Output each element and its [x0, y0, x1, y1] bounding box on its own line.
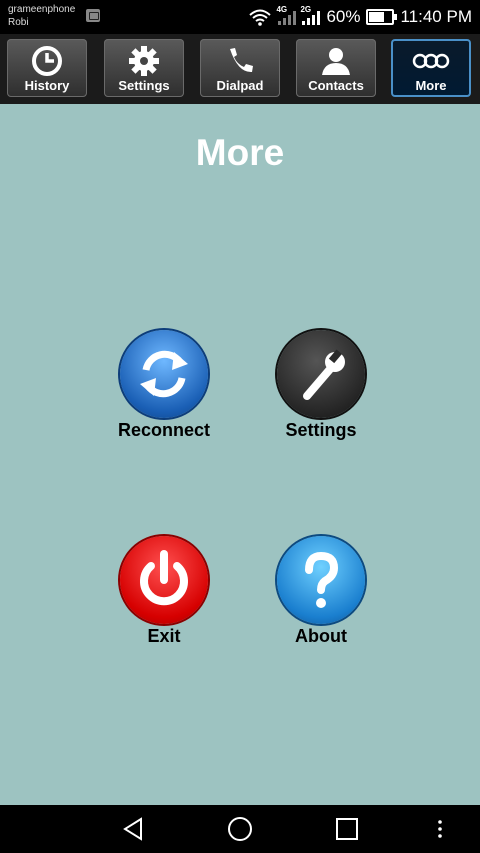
tab-bar: History Settings Dialpad Contacts More — [0, 34, 480, 104]
settings-label: Settings — [285, 420, 357, 440]
exit-button[interactable]: Exit — [94, 536, 234, 647]
battery-icon — [366, 9, 398, 25]
tab-more-label: More — [415, 78, 447, 93]
carrier-primary: grameenphone — [8, 4, 76, 15]
about-icon — [277, 536, 365, 624]
recents-icon[interactable] — [333, 815, 361, 843]
wifi-icon — [249, 9, 272, 26]
exit-label: Exit — [147, 626, 181, 646]
carrier-secondary: Robi — [8, 17, 29, 28]
wrench-icon — [303, 349, 345, 400]
power-icon — [140, 550, 188, 606]
network-4g-label: 4G — [276, 5, 288, 14]
reconnect-icon — [120, 330, 208, 418]
page-title: More — [195, 132, 285, 173]
tab-contacts[interactable]: Contacts — [296, 39, 376, 97]
home-icon[interactable] — [226, 815, 254, 843]
phone-icon — [230, 48, 253, 73]
navigation-bar — [0, 805, 480, 853]
status-icons: 4G 2G 60% 11:40 PM — [248, 5, 472, 28]
menu-icon[interactable] — [426, 815, 454, 843]
settings-button[interactable]: Settings — [251, 330, 391, 441]
clock-time: 11:40 PM — [400, 7, 472, 26]
about-label: About — [295, 626, 347, 646]
tab-more[interactable]: More — [391, 39, 471, 97]
tab-settings-label: Settings — [118, 78, 170, 93]
image-notification-icon — [86, 9, 100, 22]
battery-percent: 60% — [326, 7, 361, 26]
tab-history-label: History — [24, 78, 70, 93]
question-icon — [305, 551, 339, 608]
reconnect-label: Reconnect — [117, 420, 211, 440]
gear-icon — [129, 46, 159, 76]
tab-dialpad[interactable]: Dialpad — [200, 39, 280, 97]
settings-icon — [277, 330, 365, 418]
reconnect-button[interactable]: Reconnect — [94, 330, 234, 441]
clock-icon — [32, 46, 62, 76]
exit-icon — [120, 536, 208, 624]
network-2g-label: 2G — [300, 5, 312, 14]
main-content: More Reconnect Settings Exit About — [0, 104, 480, 805]
dots-icon — [412, 53, 450, 69]
refresh-icon — [140, 350, 188, 398]
signal-4g-icon: 4G — [276, 5, 297, 25]
carrier-info: grameenphone Robi — [8, 3, 75, 29]
tab-contacts-label: Contacts — [308, 78, 364, 93]
status-bar: grameenphone Robi 4G 2G 60% 11:40 PM — [0, 0, 480, 34]
back-icon[interactable] — [119, 815, 147, 843]
signal-2g-icon: 2G — [300, 5, 321, 25]
tab-dialpad-label: Dialpad — [216, 78, 264, 93]
about-button[interactable]: About — [251, 536, 391, 647]
person-icon — [322, 48, 350, 75]
tab-settings[interactable]: Settings — [104, 39, 184, 97]
tab-history[interactable]: History — [7, 39, 87, 97]
